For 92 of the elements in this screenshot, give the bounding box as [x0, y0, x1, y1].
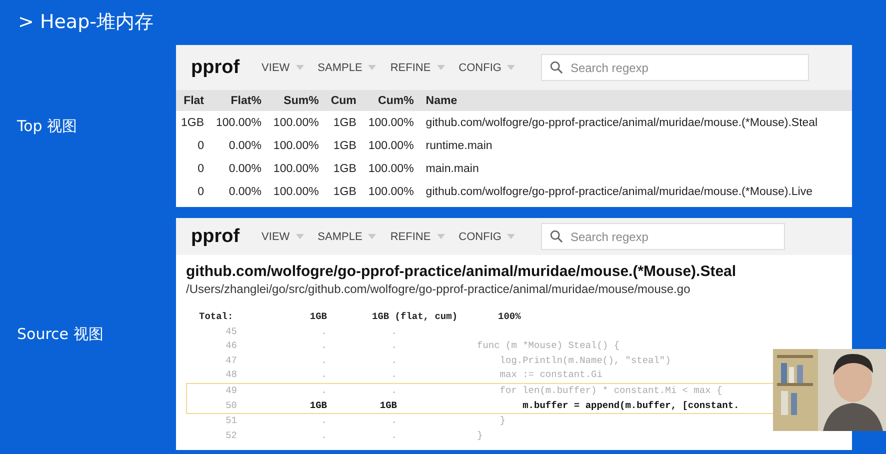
table-cell-text: main.main [424, 162, 480, 176]
column-header: Cum% [362, 90, 420, 111]
section-label: Top 视图 [17, 116, 78, 136]
table-cell-text: 100.00% [367, 184, 415, 200]
code-line: for len(m.buffer) * constant.Mi < max { [498, 384, 722, 398]
flat-value: . [320, 324, 327, 339]
pprof-logo: pprof [191, 226, 240, 248]
flat-value: . [320, 339, 327, 354]
table-cell-text: 0.00% [228, 138, 262, 154]
code-line: max := constant.Gi [498, 368, 602, 382]
table-cell: 100.00% [362, 111, 420, 134]
column-header: Flat% [210, 90, 268, 111]
code-line: log.Println(m.Name(), "steal") [498, 354, 671, 368]
menu-button[interactable]: SAMPLE [318, 62, 376, 74]
total-flat: 1GB [308, 310, 327, 324]
flat-value: 1GB [308, 398, 327, 413]
code-line: } [476, 428, 483, 443]
line-number: 50 [224, 398, 237, 413]
total-cum: 1GB (flat, cum) [371, 310, 459, 324]
column-header: Flat [176, 90, 210, 111]
table-cell-text: 100.00% [272, 138, 320, 154]
table-cell-text: 0.00% [228, 184, 262, 200]
table-cell: 100.00% [267, 111, 325, 134]
table-cell-text: 0 [196, 138, 206, 154]
caret-icon [436, 65, 445, 70]
total-label: Total: [198, 310, 234, 324]
menu-button[interactable]: REFINE [390, 62, 445, 74]
caret-icon [296, 234, 304, 239]
line-number: 47 [224, 354, 237, 368]
cum-value: . [390, 354, 397, 368]
table-cell: 1GB [176, 111, 210, 134]
menu-button[interactable]: REFINE [390, 230, 445, 242]
caret-icon [368, 234, 376, 239]
menu-button[interactable]: VIEW [262, 62, 304, 74]
table-cell: github.com/wolfogre/go-pprof-practice/animal/muridae/mouse.(*Mouse).Steal [420, 111, 852, 134]
caret-icon [368, 65, 376, 70]
flat-value: . [320, 354, 327, 368]
cum-value: . [390, 339, 397, 354]
table-cell: 1GB [324, 111, 362, 134]
column-header: Sum% [267, 90, 325, 111]
menu-button[interactable]: SAMPLE [318, 230, 376, 242]
cum-value: . [390, 384, 397, 398]
table-cell-text: 0 [196, 162, 206, 176]
section-label: Source 视图 [17, 324, 104, 344]
table-cell-text: 100.00% [367, 162, 415, 176]
cum-value: . [390, 414, 397, 428]
column-header: Cum [324, 90, 362, 111]
table-cell-text: 0.00% [228, 162, 262, 176]
table-cell-text: 1GB [332, 184, 358, 200]
line-number: 45 [224, 324, 237, 339]
code-line: } [498, 414, 506, 428]
menu-button[interactable]: CONFIG [458, 62, 516, 74]
caret-icon [507, 234, 516, 239]
search-icon [550, 61, 564, 74]
caret-icon [296, 65, 304, 70]
search-field[interactable]: Search regexp [541, 223, 786, 250]
cum-value: . [390, 428, 397, 443]
cum-value: . [390, 368, 397, 382]
caret-icon [436, 234, 445, 239]
table-cell: 100.00% [210, 111, 268, 134]
column-header: Name [420, 90, 852, 111]
pprof-logo: pprof [191, 56, 240, 78]
total-percent: 100% [497, 310, 521, 324]
file-path: /Users/zhanglei/go/src/github.com/wolfogre/go-pprof-practice/animal/muridae/mouse/mouse.go [185, 281, 692, 296]
cum-value: . [390, 324, 397, 339]
table-cell-text: github.com/wolfogre/go-pprof-practice/animal/muridae/mouse.(*Mouse).Live [424, 184, 814, 200]
flat-value: . [320, 414, 327, 428]
table-cell-text: runtime.main [424, 138, 494, 154]
caret-icon [507, 65, 516, 70]
menu-button[interactable]: CONFIG [458, 230, 516, 242]
line-number: 46 [224, 339, 237, 354]
flat-value: . [320, 384, 327, 398]
flat-value: . [320, 368, 327, 382]
line-number: 52 [224, 428, 237, 443]
flat-value: . [320, 428, 327, 443]
search-field[interactable]: Search regexp [541, 54, 810, 81]
slide-title: > Heap-堆内存 [17, 10, 154, 35]
table-cell-text: 0 [196, 184, 206, 200]
table-cell-text: 1GB [332, 162, 358, 176]
function-name: github.com/wolfogre/go-pprof-practice/animal/muridae/mouse.(*Mouse).Steal [185, 262, 738, 280]
line-number: 48 [224, 368, 237, 382]
code-line: func (m *Mouse) Steal() { [476, 339, 620, 354]
line-number: 49 [224, 384, 237, 398]
menu-button[interactable]: VIEW [262, 230, 304, 242]
line-number: 51 [224, 414, 237, 428]
table-cell-text: 100.00% [272, 162, 320, 176]
search-icon [550, 230, 564, 243]
table-cell-text: 1GB [332, 138, 358, 154]
table-cell-text: 100.00% [367, 138, 415, 154]
cum-value: 1GB [378, 398, 397, 413]
code-line: m.buffer = append(m.buffer, [constant. [522, 398, 740, 413]
table-cell-text: 100.00% [272, 184, 320, 200]
